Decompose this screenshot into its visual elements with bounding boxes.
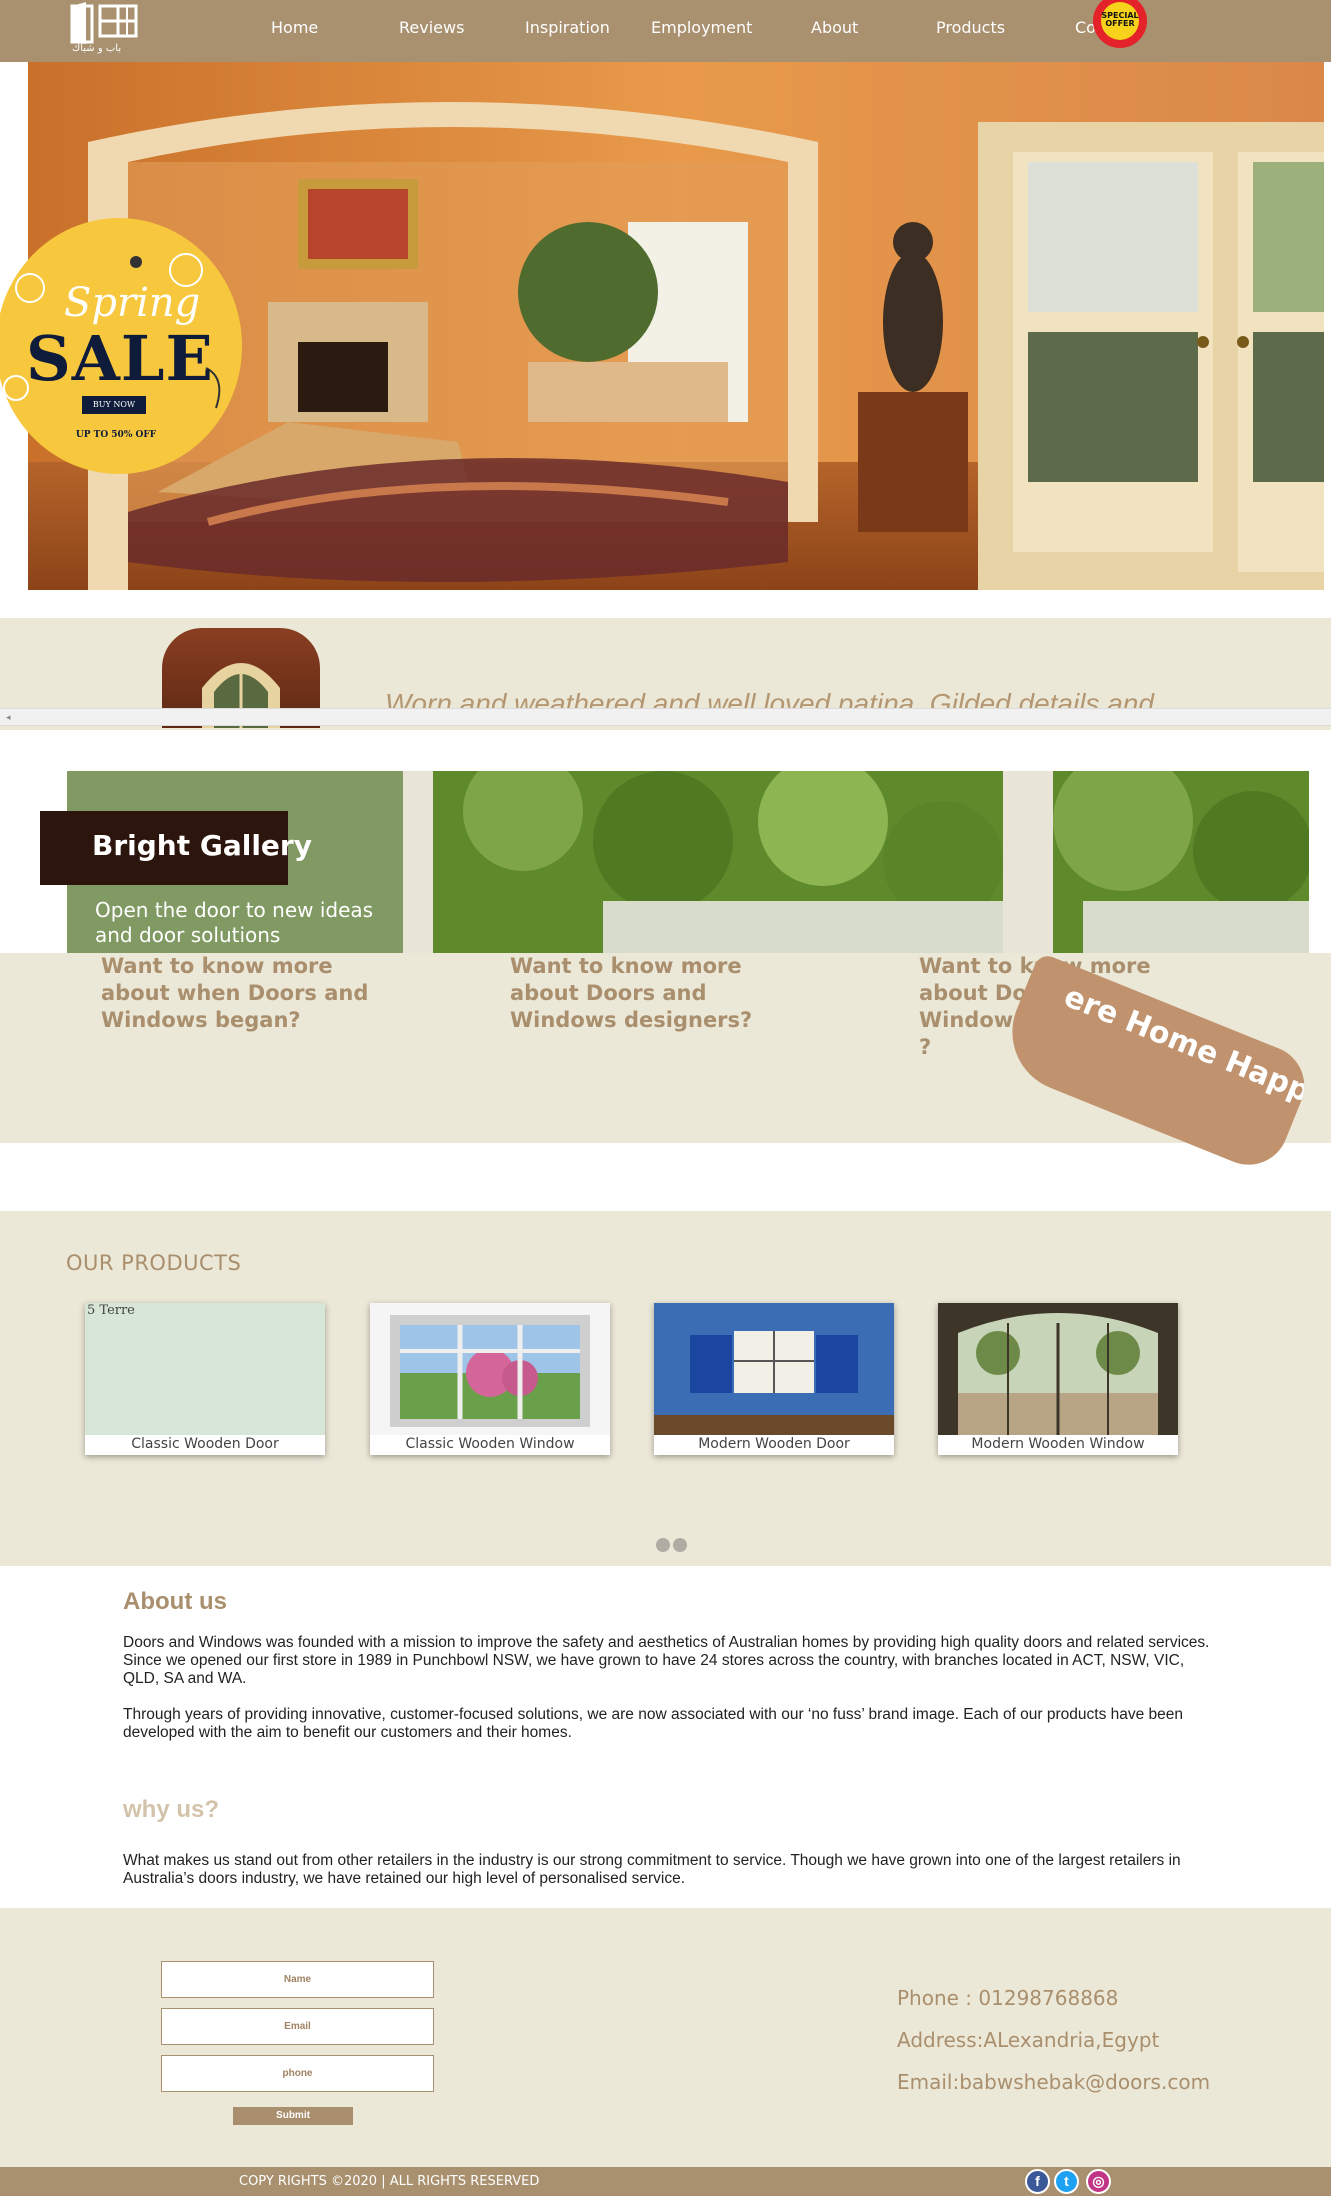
decorative-vertical-text	[67, 959, 77, 1059]
gallery-subtitle: Open the door to new ideas and door solu…	[95, 898, 374, 947]
product-caption: Modern Wooden Door	[698, 1436, 850, 1452]
horizontal-scrollbar[interactable]: ◂	[0, 708, 1331, 726]
footer: COPY RIGHTS ©2020 | ALL RIGHTS RESERVED …	[0, 2167, 1331, 2196]
about-heading: About us	[123, 1588, 227, 1615]
product-image	[370, 1303, 610, 1435]
product-card[interactable]: Classic Wooden Window	[370, 1303, 610, 1455]
facebook-icon[interactable]: f	[1025, 2169, 1050, 2194]
sale-spring-text: Spring	[64, 280, 201, 326]
nav-employment[interactable]: Employment	[651, 18, 752, 37]
sale-discount-text: UP TO 50% OFF	[75, 430, 157, 440]
buy-now-button[interactable]: BUY NOW	[82, 396, 146, 414]
special-offer-badge[interactable]: SPECIAL OFFER	[1093, 0, 1147, 48]
gallery-photo	[403, 771, 1309, 953]
why-us-paragraph: What makes us stand out from other retai…	[123, 1852, 1181, 1887]
product-card[interactable]: Modern Wooden Window	[938, 1303, 1178, 1455]
contact-section: Name Email phone Submit Phone : 01298768…	[0, 1908, 1331, 2167]
window-illustration	[390, 1315, 590, 1427]
special-offer-label: SPECIAL OFFER	[1101, 2, 1139, 40]
product-image	[938, 1303, 1178, 1435]
logo-caption: باب و شباك	[72, 43, 122, 54]
products-heading: OUR PRODUCTS	[66, 1251, 242, 1275]
nav-products[interactable]: Products	[936, 18, 1005, 37]
door-window-logo-icon	[70, 2, 138, 44]
product-image	[654, 1303, 894, 1435]
decorative-vertical-text	[476, 959, 486, 1059]
decorative-vertical-text	[885, 959, 895, 1059]
carousel-dot[interactable]	[656, 1538, 670, 1552]
top-navbar: باب و شباك Home Reviews Inspiration Empl…	[0, 0, 1331, 62]
patio-doors-illustration	[938, 1303, 1178, 1435]
nav-reviews[interactable]: Reviews	[399, 18, 464, 37]
image-alt-text: 5 Terre	[87, 1303, 135, 1318]
spring-sale-badge[interactable]: Spring SALE BUY NOW UP TO 50% OFF	[0, 218, 242, 474]
submit-button[interactable]: Submit	[233, 2107, 353, 2125]
question-designers-link[interactable]: Want to know more about Doors and Window…	[510, 953, 790, 1034]
contact-email[interactable]: Email:babwshebak@doors.com	[897, 2070, 1210, 2094]
page: باب و شباك Home Reviews Inspiration Empl…	[0, 0, 1331, 2196]
about-section: About us Doors and Windows was founded w…	[0, 1566, 1331, 1908]
products-section: OUR PRODUCTS 5 Terre Classic Wooden Door	[0, 1211, 1331, 1566]
product-caption: Classic Wooden Window	[405, 1436, 575, 1452]
carousel-dot[interactable]	[673, 1538, 687, 1552]
email-field[interactable]: Email	[161, 2008, 434, 2045]
phone-field[interactable]: phone	[161, 2055, 434, 2092]
sale-title: SALE	[26, 322, 214, 395]
nav-home[interactable]: Home	[271, 18, 318, 37]
product-card[interactable]: Modern Wooden Door	[654, 1303, 894, 1455]
scroll-left-arrow-icon[interactable]: ◂	[6, 712, 11, 723]
contact-phone: Phone : 01298768868	[897, 1986, 1119, 2010]
instagram-icon[interactable]: ◎	[1086, 2169, 1111, 2194]
nav-inspiration[interactable]: Inspiration	[525, 18, 610, 37]
about-paragraph: Doors and Windows was founded with a mis…	[123, 1634, 1210, 1687]
product-image-broken: 5 Terre	[85, 1303, 325, 1435]
about-paragraph: Through years of providing innovative, c…	[123, 1706, 1184, 1741]
product-caption: Classic Wooden Door	[131, 1436, 279, 1452]
product-card[interactable]: 5 Terre Classic Wooden Door	[85, 1303, 325, 1455]
contact-address: Address:ALexandria,Egypt	[897, 2028, 1160, 2052]
site-logo[interactable]: باب و شباك	[68, 0, 148, 58]
question-history-link[interactable]: Want to know more about when Doors and W…	[101, 953, 401, 1034]
product-caption: Modern Wooden Window	[971, 1436, 1145, 1452]
nav-about[interactable]: About	[811, 18, 858, 37]
gallery-title: Bright Gallery	[40, 811, 312, 885]
name-field[interactable]: Name	[161, 1961, 434, 1998]
carousel-pager	[656, 1538, 690, 1557]
twitter-icon[interactable]: t	[1054, 2169, 1079, 2194]
vine-pergola-illustration	[403, 771, 1309, 953]
why-us-heading: why us?	[123, 1796, 220, 1823]
copyright-text: COPY RIGHTS ©2020 | ALL RIGHTS RESERVED	[239, 2174, 540, 2189]
blue-shutter-window-illustration	[654, 1303, 894, 1435]
